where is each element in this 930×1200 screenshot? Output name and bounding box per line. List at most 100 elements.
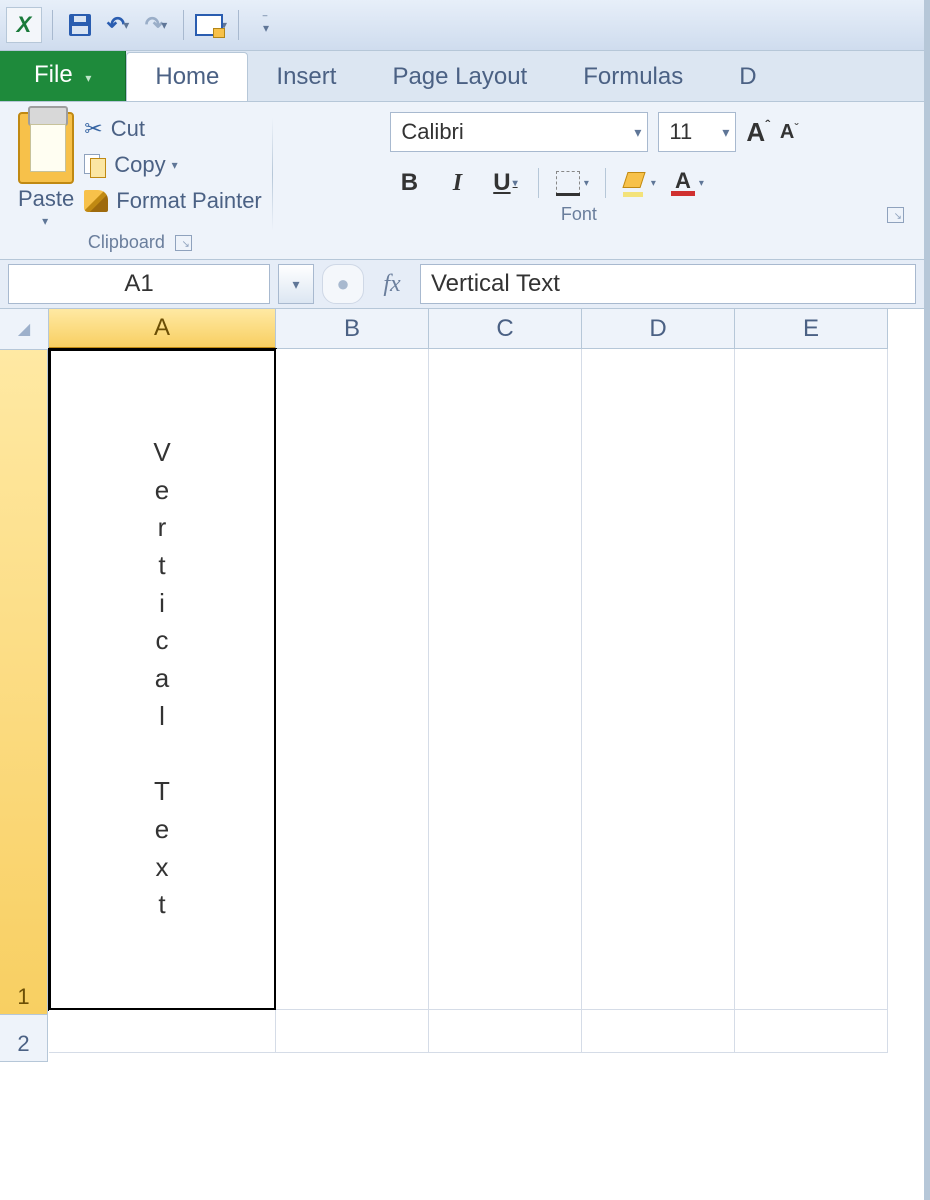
tab-home[interactable]: Home <box>126 52 248 101</box>
chevron-down-icon: ▾ <box>699 178 704 189</box>
chevron-down-icon: ▾ <box>161 18 167 32</box>
grid-row: Vertical Text <box>49 349 924 1010</box>
select-all-corner[interactable]: ◢ <box>0 309 49 350</box>
borders-button[interactable]: ▾ <box>553 166 591 200</box>
grow-font-button[interactable]: Aˆ <box>746 117 769 148</box>
tab-insert[interactable]: Insert <box>248 53 364 101</box>
copy-button[interactable]: Copy ▾ <box>84 152 262 178</box>
open-new-window-button[interactable]: ▾ <box>194 8 228 42</box>
cell-area: Vertical Text <box>49 349 924 1053</box>
cell-E1[interactable] <box>735 349 888 1010</box>
row-header-2[interactable]: 2 <box>0 1015 48 1062</box>
chevron-down-icon: ▾ <box>85 71 91 85</box>
tab-label: Insert <box>276 63 336 90</box>
paste-button[interactable]: Paste ▾ <box>18 112 74 228</box>
chevron-down-icon: ▾ <box>634 124 641 141</box>
tab-page-layout[interactable]: Page Layout <box>364 53 555 101</box>
group-clipboard-label: Clipboard <box>88 232 165 253</box>
qat-separator <box>52 10 53 40</box>
window-icon <box>195 14 223 36</box>
excel-window: X ↶ ▾ ↷ ▾ ▾ ‾▾ File ▾ Home Insert Page L… <box>0 0 930 1200</box>
cancel-formula-button: ● <box>322 264 364 304</box>
tab-label: Formulas <box>583 63 683 90</box>
up-caret-icon: ˆ <box>765 117 770 133</box>
column-headers: ABCDE <box>49 309 924 349</box>
format-painter-button[interactable]: Format Painter <box>84 188 262 214</box>
font-size-combo[interactable]: 11 ▾ <box>658 112 736 152</box>
cell-B1[interactable] <box>276 349 429 1010</box>
chevron-down-icon: ▾ <box>513 178 518 189</box>
redo-button[interactable]: ↷ ▾ <box>139 8 173 42</box>
cut-button[interactable]: ✂ Cut <box>84 116 262 142</box>
worksheet-grid: ◢ 12 ABCDE Vertical Text <box>0 309 924 1200</box>
cell-D2[interactable] <box>582 1010 735 1053</box>
cell-C1[interactable] <box>429 349 582 1010</box>
name-box-dropdown[interactable]: ▾ <box>278 264 314 304</box>
grid-row <box>49 1010 924 1053</box>
font-name-combo[interactable]: Calibri ▾ <box>390 112 648 152</box>
fill-color-button[interactable]: ▾ <box>620 166 658 200</box>
formula-input[interactable]: Vertical Text <box>420 264 916 304</box>
borders-icon <box>556 171 580 195</box>
scissors-icon: ✂ <box>84 116 102 142</box>
cell-E2[interactable] <box>735 1010 888 1053</box>
group-clipboard: Paste ▾ ✂ Cut Copy ▾ Format Pai <box>8 112 272 259</box>
tab-truncated[interactable]: D <box>711 53 784 101</box>
copy-label: Copy <box>114 152 165 178</box>
tab-label: D <box>739 63 756 90</box>
ribbon-tabstrip: File ▾ Home Insert Page Layout Formulas … <box>0 51 924 102</box>
paintbrush-icon <box>84 190 108 212</box>
quick-access-toolbar: X ↶ ▾ ↷ ▾ ▾ ‾▾ <box>0 0 924 51</box>
chevron-down-icon: ▾ <box>123 18 129 32</box>
floppy-disk-icon <box>69 14 91 36</box>
insert-function-button[interactable]: fx <box>372 265 412 303</box>
customize-qat-button[interactable]: ‾▾ <box>249 8 283 42</box>
cell-A1[interactable]: Vertical Text <box>49 349 276 1010</box>
cell-C2[interactable] <box>429 1010 582 1053</box>
column-header-D[interactable]: D <box>582 309 735 349</box>
chevron-down-icon: ▾ <box>651 178 656 189</box>
cell-D1[interactable] <box>582 349 735 1010</box>
fx-label: fx <box>383 271 400 298</box>
column-header-A[interactable]: A <box>49 309 276 349</box>
column-header-E[interactable]: E <box>735 309 888 349</box>
name-box[interactable]: A1 <box>8 264 270 304</box>
row-header-1[interactable]: 1 <box>0 350 48 1015</box>
cut-label: Cut <box>111 116 145 142</box>
shrink-font-button[interactable]: Aˇ <box>780 121 798 144</box>
bold-button[interactable]: B <box>390 166 428 200</box>
separator <box>605 168 606 198</box>
chevron-down-icon: ▾ <box>722 124 729 141</box>
save-button[interactable] <box>63 8 97 42</box>
font-dialog-launcher[interactable]: ↘ <box>887 207 904 223</box>
clipboard-icon <box>18 112 74 184</box>
column-header-C[interactable]: C <box>429 309 582 349</box>
tab-label: Page Layout <box>392 63 527 90</box>
tab-formulas[interactable]: Formulas <box>555 53 711 101</box>
cell-vertical-text: Vertical Text <box>153 426 170 932</box>
paste-label: Paste <box>18 186 74 212</box>
font-color-button[interactable]: A▾ <box>668 166 706 200</box>
down-caret-icon: ˇ <box>794 121 798 135</box>
group-font-label: Font <box>281 204 877 225</box>
qat-separator <box>238 10 239 40</box>
excel-logo-icon: X <box>6 7 42 43</box>
name-box-value: A1 <box>124 270 153 298</box>
clipboard-dialog-launcher[interactable]: ↘ <box>175 235 192 251</box>
column-header-B[interactable]: B <box>276 309 429 349</box>
separator <box>538 168 539 198</box>
group-font: Calibri ▾ 11 ▾ Aˆ Aˇ B I U▾ ▾ <box>273 112 916 259</box>
chevron-down-icon: ▾ <box>42 214 48 228</box>
chevron-down-icon: ▾ <box>584 178 589 189</box>
copy-icon <box>84 154 106 176</box>
cell-B2[interactable] <box>276 1010 429 1053</box>
ribbon: Paste ▾ ✂ Cut Copy ▾ Format Pai <box>0 102 924 260</box>
undo-button[interactable]: ↶ ▾ <box>101 8 135 42</box>
formula-bar: A1 ▾ ● fx Vertical Text <box>0 260 924 309</box>
cell-A2[interactable] <box>49 1010 276 1053</box>
tab-label: Home <box>155 63 219 90</box>
tab-file[interactable]: File ▾ <box>0 51 126 101</box>
underline-button[interactable]: U▾ <box>486 166 524 200</box>
chevron-down-icon: ▾ <box>172 158 178 172</box>
italic-button[interactable]: I <box>438 166 476 200</box>
